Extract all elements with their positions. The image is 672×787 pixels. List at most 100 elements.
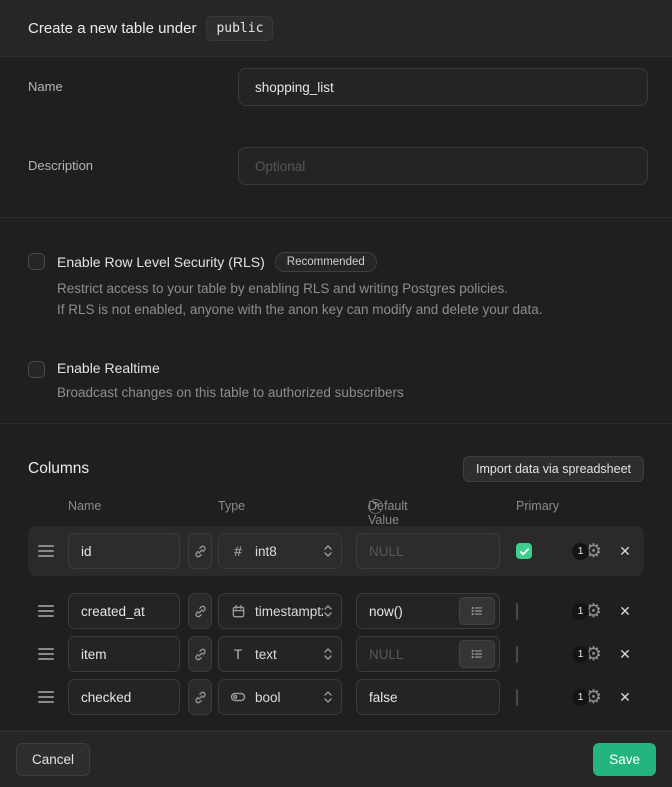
column-settings-button[interactable]: 1 ⚙ xyxy=(572,542,607,561)
cancel-button[interactable]: Cancel xyxy=(16,743,90,776)
realtime-text-block: Enable Realtime Broadcast changes on thi… xyxy=(57,360,404,403)
header-type: Type xyxy=(218,499,245,513)
rls-description-line2: If RLS is not enabled, anyone with the a… xyxy=(57,299,543,320)
foreign-key-button[interactable] xyxy=(188,636,212,672)
table-options-section: Enable Row Level Security (RLS) Recommen… xyxy=(0,218,672,424)
settings-count-badge: 1 xyxy=(572,689,589,706)
link-icon xyxy=(193,544,208,559)
rls-text-block: Enable Row Level Security (RLS) Recommen… xyxy=(57,252,543,320)
name-label: Name xyxy=(28,68,238,94)
drag-handle-icon[interactable] xyxy=(38,691,54,703)
dialog-header: Create a new table under public xyxy=(0,0,672,57)
column-row-created-at: timestamptz 1 ⚙ ✕ xyxy=(28,593,644,629)
rls-description: Restrict access to your table by enablin… xyxy=(57,278,543,320)
check-icon xyxy=(519,546,530,557)
default-value-wrap xyxy=(356,636,500,672)
create-table-dialog: Create a new table under public Name Des… xyxy=(0,0,672,787)
link-icon xyxy=(193,690,208,705)
chevron-updown-icon xyxy=(323,603,333,619)
column-type-select[interactable]: T text xyxy=(218,636,342,672)
chevron-updown-icon xyxy=(323,689,333,705)
rls-label: Enable Row Level Security (RLS) xyxy=(57,254,265,270)
realtime-label: Enable Realtime xyxy=(57,360,160,376)
recommended-badge: Recommended xyxy=(275,252,377,272)
dialog-title: Create a new table under xyxy=(28,20,196,37)
column-type-select[interactable]: timestamptz xyxy=(218,593,342,629)
default-value-input[interactable] xyxy=(357,637,459,671)
remove-column-button[interactable]: ✕ xyxy=(617,689,633,706)
column-type-select[interactable]: # int8 xyxy=(218,533,342,569)
realtime-checkbox[interactable] xyxy=(28,361,45,378)
column-type-value: timestamptz xyxy=(255,604,323,619)
default-value-input[interactable] xyxy=(357,594,459,628)
drag-handle-icon[interactable] xyxy=(38,648,54,660)
schema-chip: public xyxy=(206,16,273,41)
default-suggestions-button[interactable] xyxy=(459,597,495,625)
column-row-checked: bool 1 ⚙ ✕ xyxy=(28,679,644,715)
header-primary: Primary xyxy=(516,499,559,513)
name-field-row: Name xyxy=(28,68,648,106)
letter-t-icon: T xyxy=(229,646,247,662)
column-name-input[interactable] xyxy=(68,679,180,715)
default-value-wrap xyxy=(356,533,500,569)
foreign-key-button[interactable] xyxy=(188,593,212,629)
table-description-input[interactable] xyxy=(238,147,648,185)
column-name-input[interactable] xyxy=(68,593,180,629)
column-settings-button[interactable]: 1 ⚙ xyxy=(572,602,607,621)
link-icon xyxy=(193,604,208,619)
column-settings-button[interactable]: 1 ⚙ xyxy=(572,645,607,664)
column-type-select[interactable]: bool xyxy=(218,679,342,715)
column-row-item: T text 1 ⚙ xyxy=(28,636,644,672)
link-icon xyxy=(193,647,208,662)
default-value-wrap xyxy=(356,679,500,715)
save-button[interactable]: Save xyxy=(593,743,656,776)
remove-column-button[interactable]: ✕ xyxy=(617,543,633,560)
toggle-icon xyxy=(229,689,247,705)
table-details-section: Name Description xyxy=(0,57,672,218)
drag-handle-icon[interactable] xyxy=(38,545,54,557)
default-value-input[interactable] xyxy=(357,534,495,568)
rls-checkbox[interactable] xyxy=(28,253,45,270)
foreign-key-button[interactable] xyxy=(188,679,212,715)
drag-handle-icon[interactable] xyxy=(38,605,54,617)
default-value-help-icon[interactable]: ? xyxy=(368,499,383,514)
import-spreadsheet-button[interactable]: Import data via spreadsheet xyxy=(463,456,644,482)
list-icon xyxy=(470,604,484,618)
table-name-input[interactable] xyxy=(238,68,648,106)
calendar-icon xyxy=(229,604,247,619)
list-icon xyxy=(470,647,484,661)
realtime-toggle-row: Enable Realtime Broadcast changes on thi… xyxy=(28,360,644,403)
primary-key-checkbox[interactable] xyxy=(516,646,518,663)
column-type-value: text xyxy=(255,647,323,662)
rls-description-line1: Restrict access to your table by enablin… xyxy=(57,278,543,299)
column-name-input[interactable] xyxy=(68,636,180,672)
description-label: Description xyxy=(28,147,238,173)
chevron-updown-icon xyxy=(323,543,333,559)
column-settings-button[interactable]: 1 ⚙ xyxy=(572,688,607,707)
remove-column-button[interactable]: ✕ xyxy=(617,646,633,663)
foreign-key-button[interactable] xyxy=(188,533,212,569)
rls-toggle-row: Enable Row Level Security (RLS) Recommen… xyxy=(28,252,644,320)
column-name-input[interactable] xyxy=(68,533,180,569)
column-row-card-id: # int8 1 xyxy=(28,526,644,576)
primary-key-checkbox[interactable] xyxy=(516,689,518,706)
columns-table-header: Name Type Default Value ? Primary xyxy=(28,499,644,515)
description-field-row: Description xyxy=(28,147,648,185)
dialog-footer: Cancel Save xyxy=(0,731,672,787)
default-suggestions-button[interactable] xyxy=(459,640,495,668)
settings-count-badge: 1 xyxy=(572,543,589,560)
realtime-description: Broadcast changes on this table to autho… xyxy=(57,382,404,403)
hash-icon: # xyxy=(229,543,247,559)
settings-count-badge: 1 xyxy=(572,603,589,620)
default-value-input[interactable] xyxy=(357,680,495,714)
chevron-updown-icon xyxy=(323,646,333,662)
columns-title: Columns xyxy=(28,460,89,478)
column-type-value: bool xyxy=(255,690,323,705)
columns-section: Columns Import data via spreadsheet Name… xyxy=(0,424,672,731)
default-value-wrap xyxy=(356,593,500,629)
primary-key-checkbox[interactable] xyxy=(516,603,518,620)
column-row-id: # int8 1 xyxy=(28,533,644,569)
settings-count-badge: 1 xyxy=(572,646,589,663)
remove-column-button[interactable]: ✕ xyxy=(617,603,633,620)
primary-key-checkbox[interactable] xyxy=(516,543,532,559)
